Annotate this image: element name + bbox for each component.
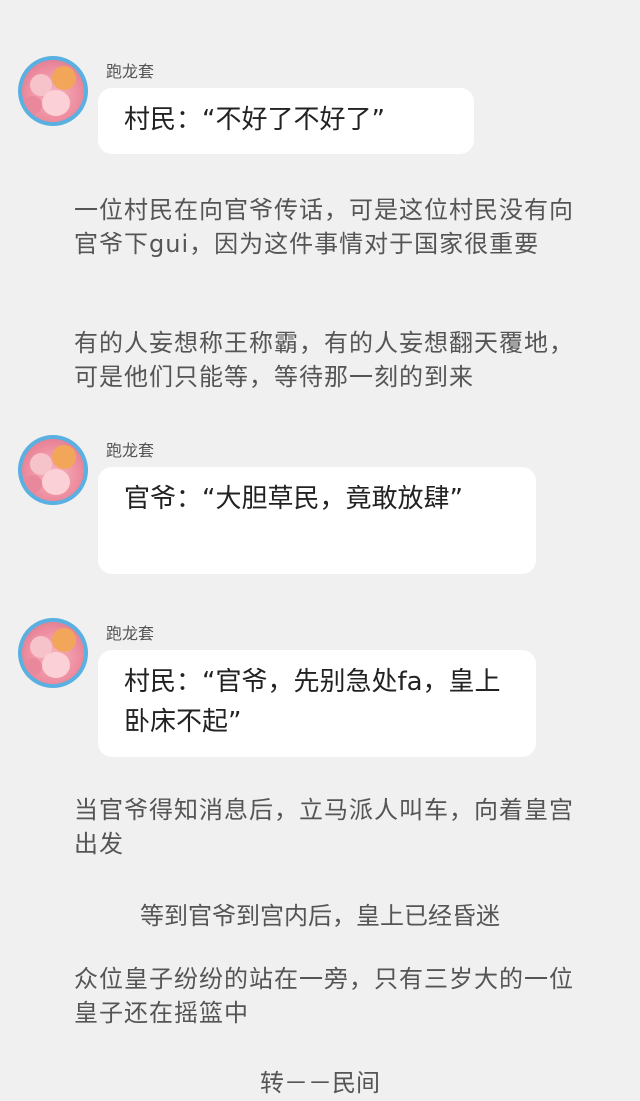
avatar[interactable] [18, 618, 88, 688]
avatar[interactable] [18, 56, 88, 126]
sender-name: 跑龙套 [106, 441, 155, 460]
narration-paragraph: 众位皇子纷纷的站在一旁，只有三岁大的一位皇子还在摇篮中 [74, 965, 574, 1027]
avatar[interactable] [18, 435, 88, 505]
avatar-image [22, 622, 84, 684]
avatar-image [22, 60, 84, 122]
message-bubble[interactable]: 官爷：“大胆草民，竟敢放肆” [98, 467, 536, 574]
sender-name: 跑龙套 [106, 624, 155, 643]
narration-paragraph: 有的人妄想称王称霸，有的人妄想翻天覆地，可是他们只能等，等待那一刻的到来 [74, 329, 574, 391]
narration-paragraph: 当官爷得知消息后，立马派人叫车，向着皇宫出发 [74, 796, 574, 858]
avatar-image [22, 439, 84, 501]
footer-source: 转－－民间 [260, 1069, 380, 1097]
sender-name: 跑龙套 [106, 62, 155, 81]
message-bubble[interactable]: 村民：“官爷，先别急处fa，皇上卧床不起” [98, 650, 536, 757]
message-bubble[interactable]: 村民：“不好了不好了” [98, 88, 474, 154]
narration-paragraph: 一位村民在向官爷传话，可是这位村民没有向官爷下gui，因为这件事情对于国家很重要 [74, 196, 574, 258]
narration-paragraph: 等到官爷到宫内后，皇上已经昏迷 [140, 902, 500, 930]
